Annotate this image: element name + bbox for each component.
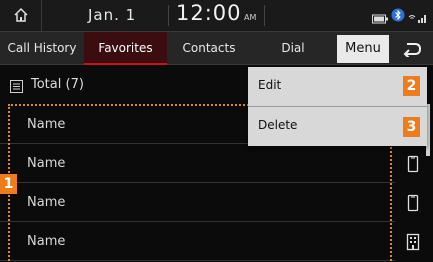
list-item[interactable]: Name [0,184,395,222]
menu-item-edit[interactable]: Edit [248,67,427,106]
contact-name: Name [27,117,66,132]
phone-screen: Jan. 1 12:00 AM Call History Favorites C… [0,0,433,262]
menu-item-label: Edit [258,78,282,92]
status-ampm: AM [244,13,257,22]
total-count: Total (7) [31,77,84,92]
callout-badge: 2 [403,76,420,96]
back-icon [403,43,422,57]
menu-button[interactable]: Menu [337,35,389,63]
home-button[interactable] [0,0,42,31]
menu-dropdown: Edit Delete [248,67,427,146]
signal-icon [408,9,428,28]
back-button[interactable] [390,32,433,65]
menu-item-delete[interactable]: Delete [248,107,427,146]
bluetooth-icon [391,7,405,26]
mobile-phone-icon [407,194,419,212]
status-date: Jan. 1 [88,6,137,24]
battery-icon [372,9,388,28]
callout-badge: 1 [0,174,17,194]
tab-contacts[interactable]: Contacts [167,32,251,65]
menu-item-label: Delete [258,118,298,132]
list-item[interactable]: Name [0,223,395,261]
status-bar: Jan. 1 12:00 AM [0,0,433,31]
list-item[interactable]: Name [0,145,395,183]
status-time: 12:00 [176,1,242,25]
tab-dial[interactable]: Dial [251,32,335,65]
callout-badge: 3 [403,117,420,137]
tab-bar: Call History Favorites Contacts Dial Men… [0,31,433,65]
divider [168,5,169,26]
home-icon [14,7,28,22]
divider [264,5,265,26]
contact-name: Name [27,156,66,171]
mobile-phone-icon [407,155,419,173]
contact-name: Name [27,195,66,210]
contact-name: Name [27,234,66,249]
tab-call-history[interactable]: Call History [0,32,84,65]
list-icon [10,80,23,93]
tab-favorites[interactable]: Favorites [84,32,167,65]
office-phone-icon [406,233,420,251]
